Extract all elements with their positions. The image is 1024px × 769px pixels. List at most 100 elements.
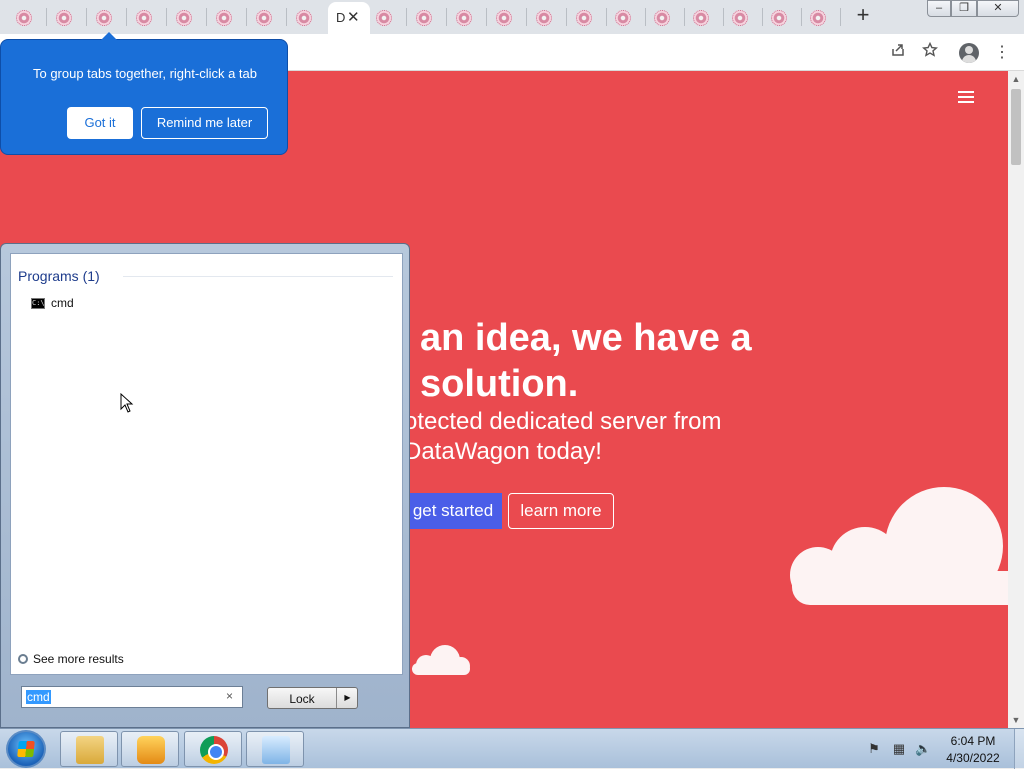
lock-button[interactable]: Lock ▶ bbox=[267, 687, 358, 709]
favicon-icon bbox=[732, 10, 748, 26]
taskbar-chrome-button[interactable] bbox=[184, 731, 242, 767]
hero-subtitle: otected dedicated server from DataWagon … bbox=[404, 408, 722, 465]
show-desktop-button[interactable] bbox=[1014, 729, 1024, 769]
page-scrollbar[interactable]: ▲ ▼ bbox=[1008, 71, 1024, 728]
favicon-icon bbox=[16, 10, 32, 26]
see-more-results-link[interactable]: See more results bbox=[18, 652, 124, 666]
hero-title: an idea, we have a solution. bbox=[420, 317, 752, 405]
program-result-label: cmd bbox=[51, 296, 74, 310]
minimize-button[interactable]: ‒ bbox=[927, 0, 951, 17]
tab-separator bbox=[801, 8, 802, 26]
tab[interactable] bbox=[452, 6, 476, 30]
tab[interactable] bbox=[689, 6, 713, 30]
tab[interactable] bbox=[412, 6, 436, 30]
active-tab-title: D bbox=[336, 10, 346, 25]
tab[interactable] bbox=[292, 6, 316, 30]
tab[interactable] bbox=[806, 6, 830, 30]
remote-desktop-icon bbox=[262, 736, 290, 764]
tab-separator bbox=[645, 8, 646, 26]
favicon-icon bbox=[654, 10, 670, 26]
taskbar-media-player-button[interactable] bbox=[121, 731, 179, 767]
profile-avatar-icon[interactable] bbox=[958, 42, 980, 64]
see-more-results-label: See more results bbox=[33, 652, 124, 666]
start-search-input[interactable]: cmd × bbox=[21, 686, 243, 708]
tab-separator bbox=[723, 8, 724, 26]
remind-me-later-button[interactable]: Remind me later bbox=[141, 107, 268, 139]
new-tab-button[interactable]: + bbox=[852, 4, 874, 27]
favicon-icon bbox=[56, 10, 72, 26]
tab-separator bbox=[86, 8, 87, 26]
tab-separator bbox=[246, 8, 247, 26]
tab[interactable] bbox=[372, 6, 396, 30]
taskbar-remote-desktop-button[interactable] bbox=[246, 731, 304, 767]
menu-kebab-icon[interactable]: ⋮ bbox=[991, 42, 1013, 64]
tab-separator bbox=[526, 8, 527, 26]
start-button[interactable] bbox=[6, 730, 46, 768]
scroll-thumb[interactable] bbox=[1011, 89, 1021, 165]
search-input-value: cmd bbox=[26, 690, 51, 704]
favicon-icon bbox=[615, 10, 631, 26]
tab[interactable] bbox=[212, 6, 236, 30]
share-icon[interactable] bbox=[887, 42, 909, 64]
cmd-icon: C:\ bbox=[31, 298, 45, 309]
media-player-icon bbox=[137, 736, 165, 764]
tab-separator bbox=[840, 8, 841, 26]
scroll-up-icon[interactable]: ▲ bbox=[1008, 71, 1024, 87]
tab-separator bbox=[206, 8, 207, 26]
clock-date[interactable]: 4/30/2022 bbox=[942, 751, 1004, 765]
tab[interactable] bbox=[132, 6, 156, 30]
network-icon[interactable]: ▦ bbox=[891, 741, 907, 757]
tab[interactable] bbox=[172, 6, 196, 30]
favicon-icon bbox=[296, 10, 312, 26]
tab[interactable] bbox=[611, 6, 635, 30]
favicon-icon bbox=[216, 10, 232, 26]
taskbar: ⚑ ▦ 🔈 6:04 PM 4/30/2022 bbox=[0, 728, 1024, 769]
tab-group-hint-bubble: To group tabs together, right-click a ta… bbox=[0, 32, 288, 155]
tab-separator bbox=[486, 8, 487, 26]
star-icon[interactable] bbox=[919, 41, 941, 64]
action-center-flag-icon[interactable]: ⚑ bbox=[866, 741, 882, 757]
tab-separator bbox=[684, 8, 685, 26]
hamburger-menu-icon[interactable] bbox=[958, 91, 974, 103]
tab[interactable] bbox=[52, 6, 76, 30]
explorer-icon bbox=[76, 736, 104, 764]
clear-search-icon[interactable]: × bbox=[226, 689, 233, 703]
favicon-icon bbox=[576, 10, 592, 26]
clock-time[interactable]: 6:04 PM bbox=[942, 734, 1004, 748]
favicon-icon bbox=[256, 10, 272, 26]
tab-close-icon[interactable]: ✕ bbox=[347, 8, 360, 26]
volume-icon[interactable]: 🔈 bbox=[915, 741, 931, 757]
power-options-arrow-icon[interactable]: ▶ bbox=[336, 688, 358, 708]
tab[interactable] bbox=[767, 6, 791, 30]
tab[interactable] bbox=[650, 6, 674, 30]
hint-text: To group tabs together, right-click a ta… bbox=[32, 66, 257, 81]
tab[interactable] bbox=[92, 6, 116, 30]
close-window-button[interactable]: ✕ bbox=[977, 0, 1019, 17]
tab-separator bbox=[46, 8, 47, 26]
tab[interactable] bbox=[728, 6, 752, 30]
scroll-down-icon[interactable]: ▼ bbox=[1008, 712, 1024, 728]
tab-separator bbox=[406, 8, 407, 26]
learn-more-button[interactable]: learn more bbox=[508, 493, 614, 529]
got-it-button[interactable]: Got it bbox=[67, 107, 133, 139]
favicon-icon bbox=[810, 10, 826, 26]
favicon-icon bbox=[496, 10, 512, 26]
favicon-icon bbox=[536, 10, 552, 26]
tab[interactable] bbox=[532, 6, 556, 30]
tab[interactable] bbox=[252, 6, 276, 30]
favicon-icon bbox=[456, 10, 472, 26]
get-started-button[interactable]: get started bbox=[404, 493, 502, 529]
favicon-icon bbox=[771, 10, 787, 26]
taskbar-explorer-button[interactable] bbox=[60, 731, 118, 767]
maximize-button[interactable]: ❐ bbox=[951, 0, 977, 17]
favicon-icon bbox=[96, 10, 112, 26]
tab[interactable] bbox=[572, 6, 596, 30]
tab[interactable] bbox=[12, 6, 36, 30]
active-tab[interactable]: D ✕ bbox=[328, 2, 370, 34]
tab[interactable] bbox=[492, 6, 516, 30]
magnifier-icon bbox=[18, 654, 28, 664]
favicon-icon bbox=[176, 10, 192, 26]
tab-separator bbox=[446, 8, 447, 26]
favicon-icon bbox=[416, 10, 432, 26]
tab-strip: D ✕ + ‒ ❐ ✕ bbox=[0, 0, 1024, 34]
